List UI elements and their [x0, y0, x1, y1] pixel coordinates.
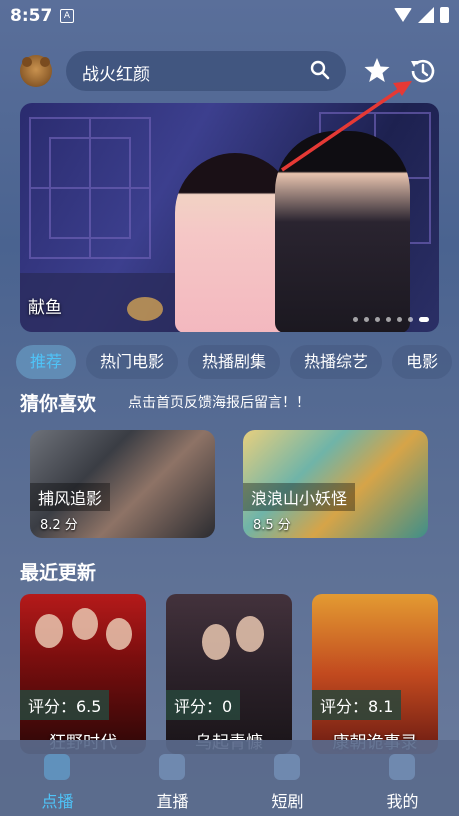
- nav-item[interactable]: 我的: [345, 740, 459, 816]
- search-bar[interactable]: 战火红颜: [66, 51, 346, 91]
- nav-item[interactable]: 直播: [115, 740, 230, 816]
- nav-label: 点播: [41, 792, 74, 811]
- status-time: 8:57: [10, 6, 53, 26]
- nav-label: 我的: [386, 792, 419, 811]
- nav-item[interactable]: 点播: [0, 740, 115, 816]
- banner-figure-male: [275, 131, 410, 332]
- poster-rating: 评分：0: [166, 690, 241, 720]
- recommend-card[interactable]: 捕风追影 8.2 分: [30, 430, 215, 538]
- category-tab[interactable]: 推荐: [16, 345, 77, 379]
- nav-label: 直播: [156, 792, 189, 811]
- recommend-card[interactable]: 浪浪山小妖怪 8.5 分: [243, 430, 428, 538]
- recommend-score: 8.2 分: [40, 518, 78, 533]
- pagination-dot: [375, 317, 380, 322]
- banner-pagination: [353, 317, 429, 322]
- wifi-icon: [394, 8, 412, 22]
- history-icon[interactable]: [408, 56, 438, 86]
- recommend-title: 捕风追影: [30, 483, 111, 511]
- pagination-dot: [419, 317, 429, 322]
- recent-heading: 最近更新: [20, 562, 97, 584]
- notification-icon: A: [60, 9, 74, 23]
- nav-item[interactable]: 短剧: [230, 740, 345, 816]
- battery-icon: [440, 7, 449, 23]
- nav-label: 短剧: [271, 792, 304, 811]
- recommend-title: 浪浪山小妖怪: [243, 483, 356, 511]
- poster-card[interactable]: 评分：0 乌起青慷: [166, 594, 292, 754]
- guess-like-heading: 猜你喜欢: [20, 393, 97, 415]
- profile-icon: [389, 754, 415, 780]
- pagination-dot: [408, 317, 413, 322]
- pagination-dot: [386, 317, 391, 322]
- tv-icon: [159, 754, 185, 780]
- category-tab[interactable]: 热门电影: [86, 345, 179, 379]
- signal-icon: [418, 7, 434, 23]
- pagination-dot: [397, 317, 402, 322]
- category-tabs: 推荐 热门电影 热播剧集 热播综艺 电影: [16, 345, 453, 379]
- poster-rating: 评分：6.5: [20, 690, 110, 720]
- poster-card[interactable]: 评分：8.1 康朝诡事录: [312, 594, 438, 754]
- video-icon: [274, 754, 300, 780]
- poster-card[interactable]: 评分：6.5 狂野时代: [20, 594, 146, 754]
- banner-carousel[interactable]: 献鱼: [20, 103, 439, 332]
- pagination-dot: [364, 317, 369, 322]
- category-tab[interactable]: 电影: [392, 345, 453, 379]
- search-icon[interactable]: [310, 60, 330, 80]
- banner-title: 献鱼: [28, 298, 62, 318]
- category-tab[interactable]: 热播剧集: [188, 345, 281, 379]
- search-query[interactable]: 战火红颜: [82, 60, 150, 85]
- status-icons: [394, 7, 449, 23]
- marquee-notice: 点击首页反馈海报后留言！！: [128, 395, 310, 411]
- star-icon[interactable]: [363, 56, 391, 84]
- poster-rating: 评分：8.1: [312, 690, 402, 720]
- pagination-dot: [353, 317, 358, 322]
- avatar[interactable]: [20, 55, 52, 87]
- home-icon: [44, 754, 70, 780]
- recommend-score: 8.5 分: [253, 518, 291, 533]
- category-tab[interactable]: 热播综艺: [290, 345, 383, 379]
- status-bar: 8:57 A: [0, 0, 459, 34]
- bottom-nav: 点播 直播 短剧 我的: [0, 740, 459, 816]
